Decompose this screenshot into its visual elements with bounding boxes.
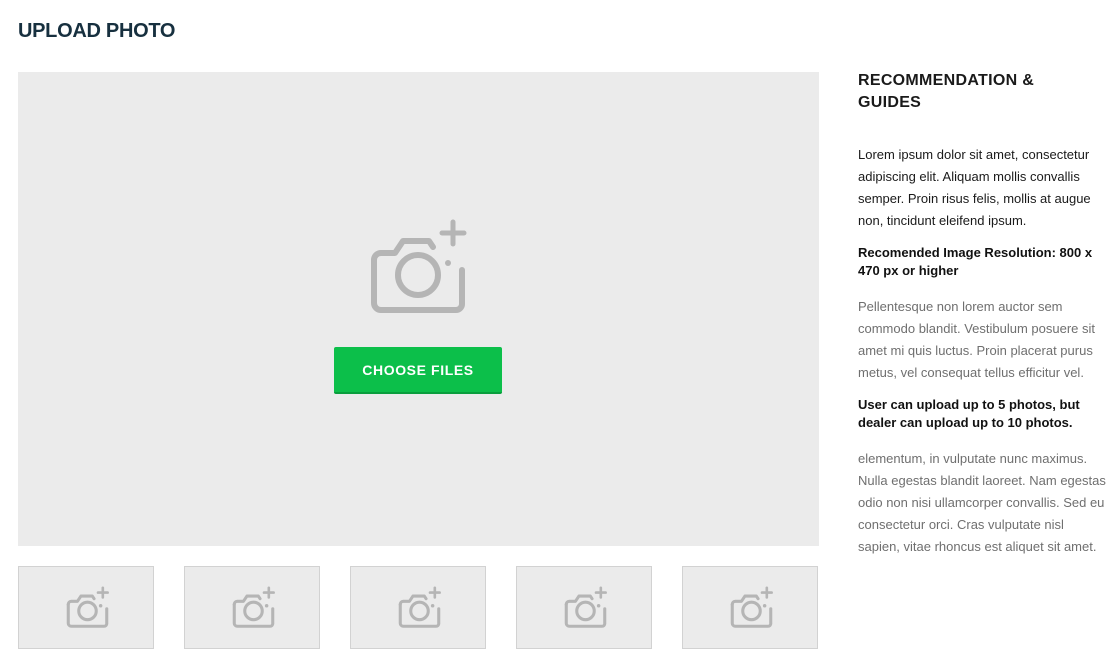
camera-plus-icon [371, 219, 467, 313]
guides-paragraph-three: elementum, in vulputate nunc maximus. Nu… [858, 451, 1106, 554]
camera-plus-icon [398, 586, 441, 628]
thumbnail-slot-1[interactable] [18, 566, 154, 649]
thumbnail-slot-4[interactable] [516, 566, 652, 649]
photo-dropzone[interactable]: CHOOSE FILES [18, 72, 819, 546]
thumbnail-strip [18, 566, 819, 649]
camera-plus-icon [232, 586, 275, 628]
thumbnail-slot-2[interactable] [184, 566, 320, 649]
camera-plus-icon [66, 586, 109, 628]
page-title: UPLOAD PHOTO [18, 20, 176, 42]
thumbnail-slot-3[interactable] [350, 566, 486, 649]
camera-plus-icon [730, 586, 773, 628]
guides-intro-text: Lorem ipsum dolor sit amet, consectetur … [858, 147, 1091, 228]
guides-title: RECOMMENDATION & GUIDES [858, 72, 1035, 111]
thumbnail-slot-5[interactable] [682, 566, 818, 649]
resolution-note: Recomended Image Resolution: 800 x 470 p… [858, 245, 1093, 278]
guides-paragraph-two: Pellentesque non lorem auctor sem commod… [858, 299, 1096, 380]
recommendation-guides-panel: RECOMMENDATION & GUIDES Lorem ipsum dolo… [858, 70, 1108, 570]
upload-limit-note: User can upload up to 5 photos, but deal… [858, 397, 1080, 430]
choose-files-button[interactable]: CHOOSE FILES [334, 347, 502, 394]
camera-plus-icon [564, 586, 607, 628]
